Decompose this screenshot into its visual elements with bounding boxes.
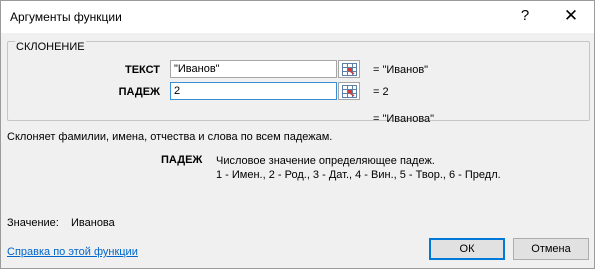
arg-text-ref-button[interactable] (338, 60, 360, 78)
arg-text-result: = "Иванов" (373, 64, 429, 76)
ok-button[interactable]: ОК (429, 238, 505, 260)
arg-text-result-value: "Иванов" (382, 64, 429, 76)
parameter-help-line1: Числовое значение определяющее падеж. (216, 155, 435, 167)
cancel-button[interactable]: Отмена (513, 238, 589, 260)
arg-text-input[interactable] (170, 60, 337, 78)
window-title: Аргументы функции (10, 10, 122, 24)
value-label: Значение: (7, 217, 59, 229)
arg-case-ref-button[interactable] (338, 82, 360, 100)
function-name-label: СКЛОНЕНИЕ (15, 41, 86, 53)
value-text: Иванова (71, 217, 115, 229)
arg-case-input[interactable] (170, 82, 337, 100)
function-help-link[interactable]: Справка по этой функции (7, 246, 138, 258)
arg-case-label: ПАДЕЖ (118, 86, 160, 98)
parameter-help-line2: 1 - Имен., 2 - Род., 3 - Дат., 4 - Вин.,… (216, 169, 501, 181)
arg-case-result-value: 2 (382, 86, 389, 98)
parameter-help-text: Числовое значение определяющее падеж. 1 … (216, 154, 501, 182)
parameter-help-name: ПАДЕЖ (161, 154, 203, 166)
help-icon[interactable]: ? (513, 4, 537, 28)
close-icon[interactable]: ✕ (554, 3, 588, 29)
arg-text-label: ТЕКСТ (124, 64, 160, 76)
title-bar[interactable]: Аргументы функции ? ✕ (1, 1, 594, 33)
formula-result: = "Иванова" (373, 113, 435, 125)
range-select-icon (342, 85, 357, 98)
function-description: Склоняет фамилии, имена, отчества и слов… (7, 131, 333, 143)
arg-case-result: = 2 (373, 86, 389, 98)
function-arguments-dialog: Аргументы функции ? ✕ СКЛОНЕНИЕ ТЕКСТ = … (0, 0, 595, 269)
range-select-icon (342, 63, 357, 76)
arguments-group (7, 41, 590, 121)
formula-result-value: "Иванова" (382, 113, 435, 125)
